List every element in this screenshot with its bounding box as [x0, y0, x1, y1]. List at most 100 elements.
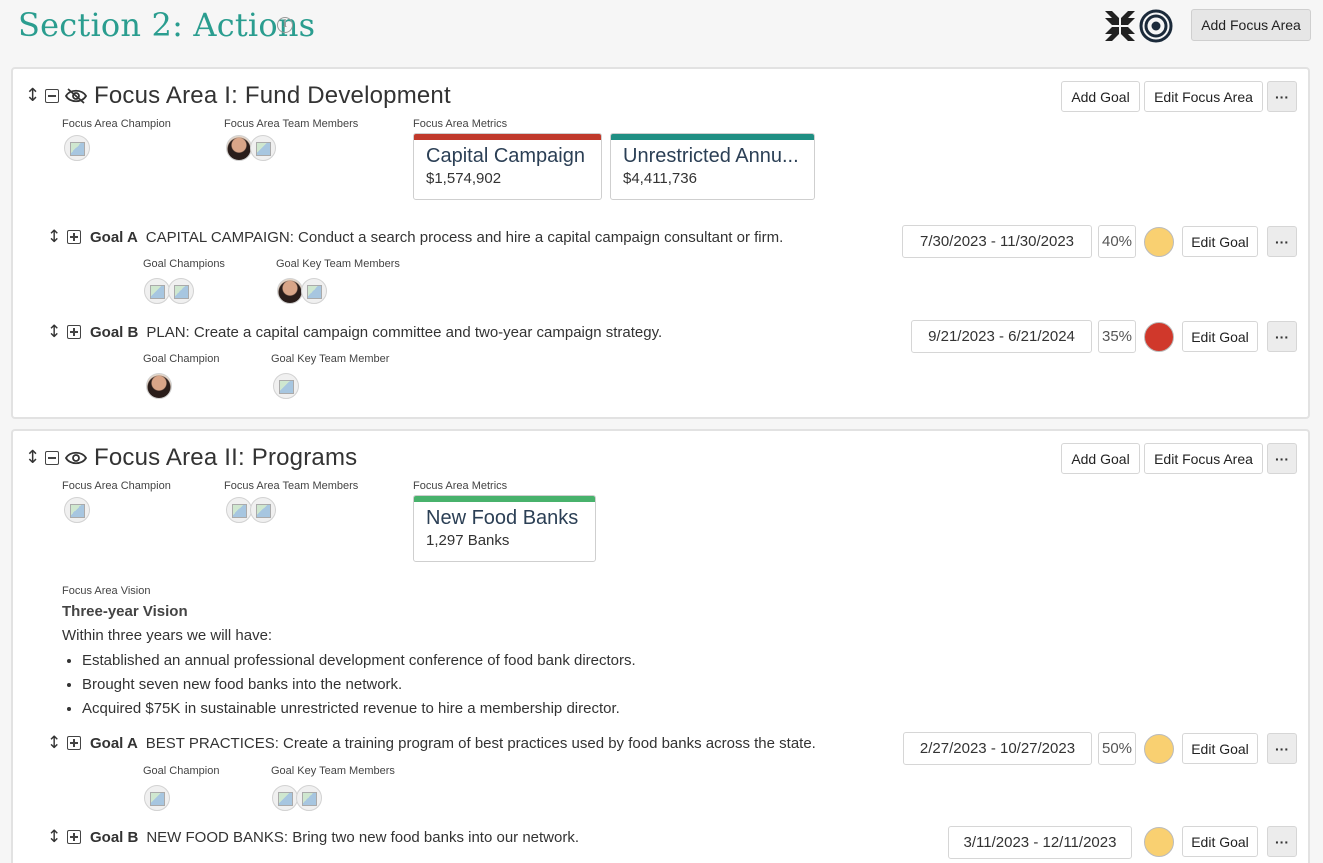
avatar[interactable]: [64, 497, 90, 523]
metrics-label: Focus Area Metrics: [413, 118, 508, 130]
drag-handle-icon[interactable]: ↕: [47, 227, 61, 247]
more-options-button[interactable]: ···: [1267, 226, 1297, 257]
focus-area-title: Focus Area II: Programs: [94, 444, 358, 471]
list-item: Acquired $75K in sustainable unrestricte…: [82, 699, 636, 723]
metric-color-bar: [414, 134, 601, 140]
metric-color-bar: [611, 134, 814, 140]
goal-date-range[interactable]: 2/27/2023 - 10/27/2023: [903, 732, 1092, 765]
goal-percent: 50%: [1098, 732, 1136, 765]
focus-area-title: Focus Area I: Fund Development: [94, 82, 451, 109]
expand-icon[interactable]: [67, 830, 81, 844]
collapse-icon[interactable]: [45, 89, 59, 103]
goal-label: Goal B: [90, 323, 139, 341]
goal-text: PLAN: Create a capital campaign committe…: [146, 323, 663, 341]
avatar[interactable]: [296, 785, 322, 811]
target-icon[interactable]: [1139, 9, 1173, 43]
drag-handle-icon[interactable]: ↕: [47, 733, 61, 753]
goal-team-label: Goal Key Team Member: [271, 353, 390, 365]
drag-handle-icon[interactable]: ↕: [47, 827, 61, 847]
metric-card[interactable]: Capital Campaign $1,574,902: [413, 133, 602, 200]
eye-off-icon[interactable]: [65, 88, 87, 104]
expand-icon[interactable]: [67, 736, 81, 750]
focus-area-header: ↕ Focus Area II: Programs: [25, 443, 357, 473]
goal-percent: 40%: [1098, 225, 1136, 258]
goal-row: ↕ Goal B PLAN: Create a capital campaign…: [47, 319, 662, 345]
avatar[interactable]: [64, 135, 90, 161]
avatar[interactable]: [273, 373, 299, 399]
page-header: Section 2: Actions i Add Focus Area: [18, 4, 1311, 46]
goal-row: ↕ Goal A BEST PRACTICES: Create a traini…: [47, 730, 816, 756]
metric-card[interactable]: New Food Banks 1,297 Banks: [413, 495, 596, 562]
avatar[interactable]: [250, 135, 276, 161]
edit-goal-button[interactable]: Edit Goal: [1182, 733, 1258, 764]
expand-icon[interactable]: [67, 230, 81, 244]
goal-team-label: Goal Key Team Members: [271, 765, 395, 777]
metric-value: 1,297 Banks: [426, 532, 510, 549]
status-indicator[interactable]: [1144, 734, 1174, 764]
goal-label: Goal A: [90, 228, 138, 246]
avatar[interactable]: [226, 135, 252, 161]
collapse-all-icon[interactable]: [1103, 9, 1137, 43]
more-options-button[interactable]: ···: [1267, 81, 1297, 112]
edit-goal-button[interactable]: Edit Goal: [1182, 826, 1258, 857]
metric-value: $1,574,902: [426, 170, 502, 187]
metrics-label: Focus Area Metrics: [413, 480, 508, 492]
add-focus-area-button[interactable]: Add Focus Area: [1191, 9, 1311, 41]
list-item: Established an annual professional devel…: [82, 651, 636, 675]
team-members-label: Focus Area Team Members: [224, 480, 359, 492]
status-indicator[interactable]: [1144, 227, 1174, 257]
edit-goal-button[interactable]: Edit Goal: [1182, 321, 1258, 352]
more-options-button[interactable]: ···: [1267, 443, 1297, 474]
metric-card[interactable]: Unrestricted Annu... $4,411,736: [610, 133, 815, 200]
goal-date-range[interactable]: 9/21/2023 - 6/21/2024: [911, 320, 1092, 353]
collapse-icon[interactable]: [45, 451, 59, 465]
avatar[interactable]: [301, 278, 327, 304]
more-options-button[interactable]: ···: [1267, 321, 1297, 352]
metric-name: Capital Campaign: [426, 145, 585, 167]
goal-label: Goal B: [90, 828, 139, 846]
drag-handle-icon[interactable]: ↕: [25, 448, 40, 468]
goal-champions-label: Goal Champion: [143, 353, 220, 365]
add-goal-button[interactable]: Add Goal: [1061, 443, 1140, 474]
goal-percent: 35%: [1098, 320, 1136, 353]
metric-value: $4,411,736: [623, 170, 697, 187]
avatar[interactable]: [277, 278, 303, 304]
eye-icon[interactable]: [65, 450, 87, 466]
info-icon[interactable]: i: [277, 17, 293, 33]
vision-title: Three-year Vision: [62, 603, 188, 620]
edit-focus-area-button[interactable]: Edit Focus Area: [1144, 81, 1263, 112]
goal-label: Goal A: [90, 734, 138, 752]
avatar[interactable]: [226, 497, 252, 523]
avatar[interactable]: [168, 278, 194, 304]
drag-handle-icon[interactable]: ↕: [47, 322, 61, 342]
goal-champions-label: Goal Champions: [143, 258, 225, 270]
more-options-button[interactable]: ···: [1267, 826, 1297, 857]
avatar[interactable]: [144, 278, 170, 304]
avatar[interactable]: [146, 373, 172, 399]
avatar[interactable]: [250, 497, 276, 523]
edit-focus-area-button[interactable]: Edit Focus Area: [1144, 443, 1263, 474]
goal-date-range[interactable]: 7/30/2023 - 11/30/2023: [902, 225, 1092, 258]
more-options-button[interactable]: ···: [1267, 733, 1297, 764]
goal-date-range[interactable]: 3/11/2023 - 12/11/2023: [948, 826, 1132, 859]
vision-intro: Within three years we will have:: [62, 627, 273, 644]
team-members-label: Focus Area Team Members: [224, 118, 359, 130]
vision-label: Focus Area Vision: [62, 585, 151, 597]
status-indicator[interactable]: [1144, 827, 1174, 857]
avatar[interactable]: [144, 785, 170, 811]
edit-goal-button[interactable]: Edit Goal: [1182, 226, 1258, 257]
metric-color-bar: [414, 496, 595, 502]
add-goal-button[interactable]: Add Goal: [1061, 81, 1140, 112]
expand-icon[interactable]: [67, 325, 81, 339]
focus-area-card: ↕ Focus Area II: Programs Add Goal Edit …: [11, 429, 1310, 863]
goal-text: NEW FOOD BANKS: Bring two new food banks…: [146, 828, 580, 846]
drag-handle-icon[interactable]: ↕: [25, 86, 40, 106]
goal-text: CAPITAL CAMPAIGN: Conduct a search proce…: [145, 228, 784, 246]
metric-name: Unrestricted Annu...: [623, 145, 799, 167]
avatar[interactable]: [272, 785, 298, 811]
goal-text: BEST PRACTICES: Create a training progra…: [145, 734, 816, 752]
focus-area-header: ↕ Focus Area I: Fund Development: [25, 81, 451, 111]
focus-area-card: ↕ Focus Area I: Fund Development Add Goa…: [11, 67, 1310, 419]
status-indicator[interactable]: [1144, 322, 1174, 352]
champion-label: Focus Area Champion: [62, 480, 171, 492]
